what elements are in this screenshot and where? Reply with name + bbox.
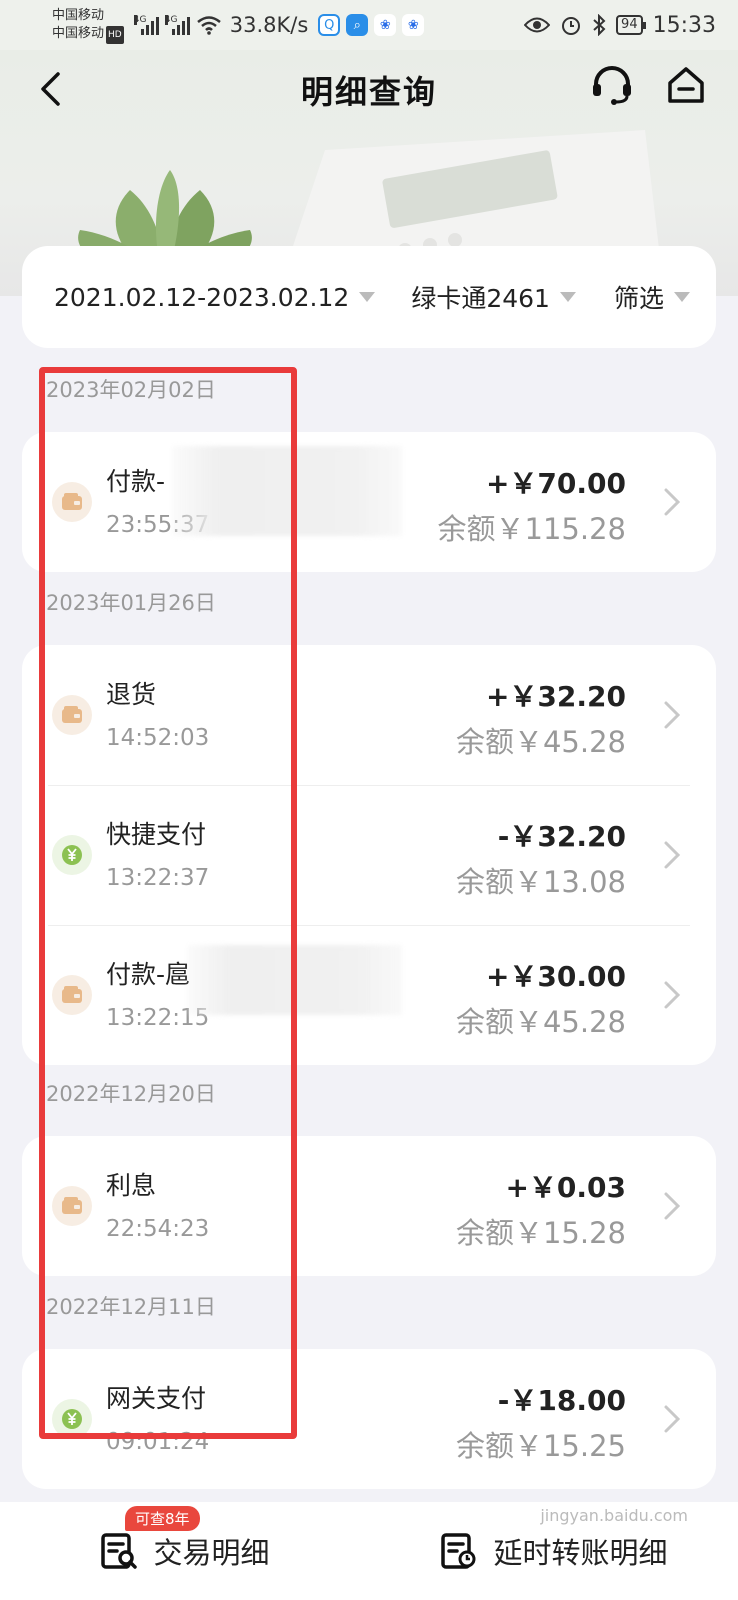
transaction-name: 付款-扈: [106, 960, 191, 989]
chevron-right-icon: [664, 1192, 681, 1220]
chevron-left-icon: [41, 72, 60, 106]
transaction-name: 利息: [106, 1171, 157, 1200]
network-speed: 33.8K/s: [229, 13, 309, 37]
transaction-name: 快捷支付: [106, 820, 207, 849]
yuan-icon: [52, 835, 92, 875]
status-time: 15:33: [652, 12, 716, 38]
wallet-icon: [52, 482, 92, 522]
transaction-card: 网关支付 09:01:24 -￥18.00 余额￥15.25: [22, 1349, 716, 1489]
dropdown-arrow-icon: [359, 292, 376, 302]
transaction-amount: +￥70.00: [485, 467, 626, 500]
chevron-right-icon: [664, 701, 681, 729]
transaction-balance: 余额￥15.25: [455, 1429, 626, 1463]
transaction-card: 付款- 23:55:37 +￥70.00 余额￥115.28: [22, 432, 716, 572]
transaction-row[interactable]: 利息 22:54:23 +￥0.03 余额￥15.28: [22, 1136, 716, 1276]
transaction-balance: 余额￥13.08: [455, 865, 626, 899]
transaction-balance: 余额￥115.28: [437, 512, 626, 546]
wallet-icon: [52, 1186, 92, 1226]
transaction-card: 利息 22:54:23 +￥0.03 余额￥15.28: [22, 1136, 716, 1276]
baidu-paw-icon-2: ❀: [402, 14, 425, 36]
card-label: 绿卡通2461: [411, 284, 550, 313]
transaction-amount: +￥32.20: [485, 680, 626, 713]
transaction-amount: +￥30.00: [485, 960, 626, 993]
status-bar: 中国移动 中国移动 HD 4G 4G 33.8K/s Q ⌕ ❀ ❀ 94 15:…: [0, 0, 738, 50]
date-header: 2022年12月11日: [46, 1295, 216, 1319]
dropdown-arrow-icon: [559, 292, 576, 302]
date-header: 2023年02月02日: [46, 378, 216, 402]
home-icon: [668, 67, 704, 103]
carrier-info: 中国移动 中国移动 HD: [52, 7, 124, 44]
transaction-row[interactable]: 网关支付 09:01:24 -￥18.00 余额￥15.25: [22, 1349, 716, 1489]
bluetooth-icon: [593, 14, 606, 36]
transaction-time: 14:52:03: [106, 725, 210, 751]
privacy-blur: [187, 945, 402, 1015]
transaction-name: 付款-: [106, 467, 166, 496]
home-button[interactable]: [662, 60, 710, 110]
transaction-amount: -￥32.20: [497, 820, 626, 853]
date-range-filter[interactable]: 2021.02.12-2023.02.12: [54, 282, 376, 312]
transaction-row[interactable]: 付款-扈 13:22:15 +￥30.00 余额￥45.28: [22, 925, 716, 1065]
date-header: 2022年12月20日: [46, 1082, 216, 1106]
chevron-right-icon: [664, 841, 681, 869]
dropdown-arrow-icon: [674, 292, 690, 302]
eye-icon: [524, 17, 551, 33]
transaction-card: 退货 14:52:03 +￥32.20 余额￥45.28 快捷支付 13:22:…: [22, 645, 716, 1065]
tab-label: 交易明细: [153, 1536, 270, 1570]
wallet-icon: [52, 975, 92, 1015]
tab-label: 延时转账明细: [493, 1536, 668, 1570]
chevron-right-icon: [664, 1405, 681, 1433]
transaction-name: 网关支付: [106, 1384, 207, 1413]
list-clock-icon: [441, 1533, 476, 1569]
network-type-2: 4G: [164, 15, 178, 25]
signal-2-icon: 4G: [164, 15, 190, 35]
page-title: 明细查询: [300, 73, 437, 111]
transaction-time: 22:54:23: [106, 1216, 210, 1242]
transaction-time: 13:22:37: [106, 865, 210, 891]
date-range-label: 2021.02.12-2023.02.12: [54, 282, 350, 312]
history-years-badge: 可查8年: [125, 1506, 200, 1531]
alarm-icon: [562, 17, 581, 35]
screen-filter[interactable]: 筛选: [614, 279, 690, 315]
battery-indicator: 94: [616, 15, 646, 35]
chevron-right-icon: [664, 488, 681, 516]
screen-label: 筛选: [613, 284, 664, 313]
customer-service-button[interactable]: [588, 60, 636, 110]
filter-bar: 2021.02.12-2023.02.12 绿卡通2461 筛选: [22, 246, 716, 348]
nav-bar: 明细查询: [0, 50, 738, 130]
baidu-paw-icon: ❀: [374, 14, 397, 36]
network-type-1: 4G: [133, 15, 147, 25]
transaction-row[interactable]: 退货 14:52:03 +￥32.20 余额￥45.28: [22, 645, 716, 785]
signal-1-icon: 4G: [133, 15, 159, 35]
watermark: jingyan.baidu.com: [540, 1506, 688, 1525]
card-filter[interactable]: 绿卡通2461: [411, 279, 576, 315]
chevron-right-icon: [664, 981, 681, 1009]
transaction-row[interactable]: 快捷支付 13:22:37 -￥32.20 余额￥13.08: [22, 785, 716, 925]
app-notification-icon: Q: [318, 14, 341, 36]
transaction-balance: 余额￥45.28: [455, 1005, 626, 1039]
transaction-time: 09:01:24: [106, 1429, 210, 1455]
wifi-icon: [196, 16, 221, 35]
carrier-1: 中国移动: [52, 7, 105, 23]
transaction-name: 退货: [106, 680, 157, 709]
search-app-icon: ⌕: [346, 14, 369, 36]
transaction-amount: +￥0.03: [505, 1171, 626, 1204]
date-header: 2023年01月26日: [46, 591, 216, 615]
transaction-balance: 余额￥45.28: [455, 725, 626, 759]
carrier-2: 中国移动: [52, 25, 105, 41]
transaction-row[interactable]: 付款- 23:55:37 +￥70.00 余额￥115.28: [22, 432, 716, 572]
hd-badge: HD: [106, 25, 124, 44]
wallet-icon: [52, 695, 92, 735]
privacy-blur: [172, 446, 402, 536]
transaction-amount: -￥18.00: [497, 1384, 626, 1417]
back-button[interactable]: [30, 64, 70, 114]
list-search-icon: [101, 1533, 138, 1569]
yuan-icon: [52, 1399, 92, 1439]
tab-transaction-details[interactable]: 交易明细 可查8年: [0, 1502, 369, 1600]
transaction-balance: 余额￥15.28: [455, 1216, 626, 1250]
headset-icon: [593, 66, 631, 105]
